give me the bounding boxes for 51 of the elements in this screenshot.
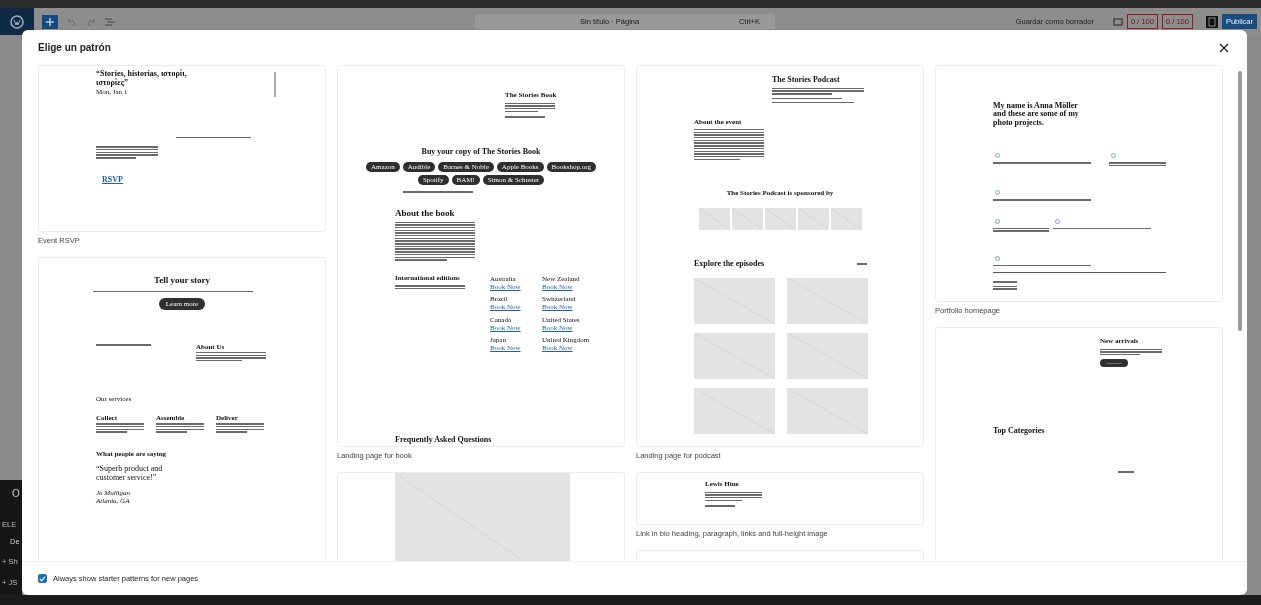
- panel-text: O: [12, 488, 20, 499]
- image-placeholder: [732, 207, 763, 230]
- image-placeholder: [765, 207, 796, 230]
- text-lines-drawing: [156, 423, 204, 433]
- image-placeholder: [699, 207, 730, 230]
- text-lines-drawing: [1109, 162, 1166, 167]
- preview-heading: Buy your copy of The Stories Book: [420, 147, 542, 157]
- text-lines-drawing: [196, 351, 266, 362]
- text-lines-drawing: [96, 146, 158, 159]
- preview-heading: Explore the episodes: [694, 259, 765, 269]
- text-lines-drawing: [96, 344, 151, 346]
- logo-icon[interactable]: [0, 8, 34, 35]
- pattern-preview[interactable]: My name is Anna Möller and these are some of my photo projects.: [935, 65, 1223, 302]
- text-lines-drawing: [705, 491, 762, 502]
- scrollbar[interactable]: [1238, 71, 1242, 331]
- text-lines-drawing: [1118, 471, 1134, 473]
- preview-quote: “Superb product and customer service!”: [96, 464, 164, 483]
- image-placeholder: [798, 207, 829, 230]
- plus-icon: [45, 16, 55, 27]
- text-lines-drawing: [216, 423, 264, 433]
- pattern-preview[interactable]: [337, 65, 625, 447]
- text-lines-drawing: [274, 72, 276, 97]
- rsvp-link[interactable]: RSVP: [102, 174, 123, 185]
- text-lines-drawing: [1106, 362, 1122, 365]
- text-lines-drawing: [505, 102, 555, 113]
- image-placeholder: [831, 207, 862, 230]
- text-lines-drawing: [1100, 348, 1162, 356]
- text-lines-drawing: [857, 263, 867, 265]
- text-lines-drawing: [772, 97, 842, 99]
- preview-heading: The Stories Podcast: [772, 76, 841, 85]
- dialog-title: Elige un patrón: [38, 42, 111, 53]
- text-lines-drawing: [993, 281, 1017, 283]
- preview-heading: About the book: [395, 208, 455, 219]
- text-lines-drawing: [96, 423, 144, 433]
- preview-heading: My name is Anna Möller and these are some of my photo projects.: [993, 102, 1080, 128]
- view-icon[interactable]: [1113, 17, 1123, 26]
- settings-panel-icon[interactable]: [1205, 15, 1218, 28]
- close-icon[interactable]: [1219, 42, 1229, 53]
- text-lines-drawing: [403, 191, 473, 193]
- text-lines-drawing: [694, 129, 764, 160]
- preview-heading: “Stories, historias, ιστορίι, ιστορίες”: [96, 70, 188, 88]
- text-lines-drawing: [395, 285, 465, 290]
- text-lines-drawing: [505, 116, 545, 118]
- add-block-button[interactable]: [42, 14, 58, 29]
- preview-heading: Frequently Asked Questions: [395, 436, 492, 445]
- preview-heading: Tell your story: [154, 276, 210, 286]
- checkbox[interactable]: [38, 574, 47, 583]
- text-lines-drawing: [993, 227, 1049, 232]
- text-lines-drawing: [993, 285, 1017, 290]
- preview-heading: Top Categories: [993, 427, 1045, 437]
- text-lines-drawing: [705, 505, 735, 507]
